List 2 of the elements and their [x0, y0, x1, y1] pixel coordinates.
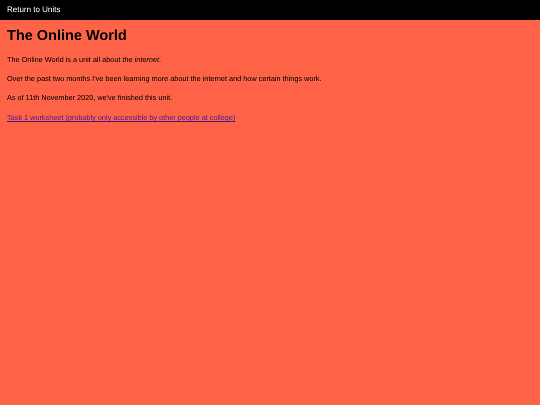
page-title: The Online World: [7, 28, 128, 46]
return-link[interactable]: Return to Units: [7, 4, 60, 16]
